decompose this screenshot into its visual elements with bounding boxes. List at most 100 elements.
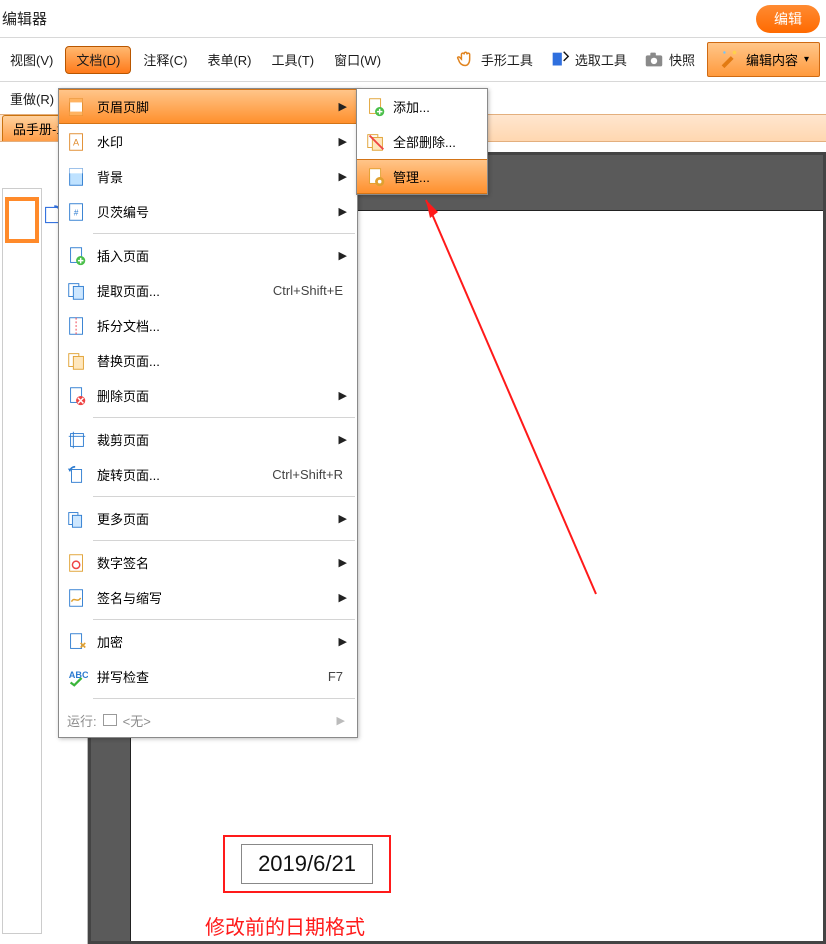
encrypt-icon xyxy=(63,631,91,653)
snapshot-tool[interactable]: 快照 xyxy=(635,38,703,81)
header-footer-icon xyxy=(63,96,91,118)
svg-text:ABC: ABC xyxy=(69,669,88,679)
submenu-arrow-icon: ▶ xyxy=(339,389,347,402)
shortcut-label: Ctrl+Shift+E xyxy=(273,283,357,298)
submenu-arrow-icon: ▶ xyxy=(339,556,347,569)
menu-item-label: 数字签名 xyxy=(91,553,357,572)
extract-page-icon xyxy=(63,280,91,302)
menu-item-label: 页眉页脚 xyxy=(91,97,357,116)
menu-document[interactable]: 文档(D) xyxy=(65,46,131,74)
annotation-caption: 修改前的日期格式 xyxy=(205,911,365,940)
thumbnail-strip xyxy=(2,188,42,934)
menu-footer[interactable]: 运行:<无>▶ xyxy=(59,703,357,737)
menu-item-label: 旋转页面... xyxy=(91,465,272,484)
submenu-item-label: 管理... xyxy=(389,167,487,186)
menu-item-crop-page[interactable]: 裁剪页面▶ xyxy=(59,422,357,457)
submenu-item-delete-all[interactable]: 全部删除... xyxy=(357,124,487,159)
edit-content-label: 编辑内容 xyxy=(746,50,798,69)
menu-tool[interactable]: 工具(T) xyxy=(261,38,324,81)
split-doc-icon xyxy=(63,315,91,337)
submenu-arrow-icon: ▶ xyxy=(339,249,347,262)
submenu-item-add[interactable]: 添加... xyxy=(357,89,487,124)
menu-item-encrypt[interactable]: 加密▶ xyxy=(59,624,357,659)
menu-item-split-doc[interactable]: 拆分文档... xyxy=(59,308,357,343)
submenu-arrow-icon: ▶ xyxy=(339,100,347,113)
submenu-arrow-icon: ▶ xyxy=(339,591,347,604)
menu-item-label: 提取页面... xyxy=(91,281,273,300)
menu-item-background[interactable]: 背景▶ xyxy=(59,159,357,194)
insert-page-icon xyxy=(63,245,91,267)
menu-view[interactable]: 视图(V) xyxy=(0,38,63,81)
menu-item-label: 替换页面... xyxy=(91,351,357,370)
caret-icon: ▾ xyxy=(804,54,809,65)
submenu-arrow-icon: ▶ xyxy=(339,433,347,446)
hand-tool[interactable]: 手形工具 xyxy=(447,38,541,81)
submenu-item-label: 添加... xyxy=(389,97,487,116)
date-annotation-box: 2019/6/21 xyxy=(223,835,391,893)
menu-item-header-footer[interactable]: 页眉页脚▶ xyxy=(59,89,357,124)
bates-icon: # xyxy=(63,201,91,223)
menu-item-spellcheck[interactable]: ABC拼写检查F7 xyxy=(59,659,357,694)
submenu-item-manage[interactable]: 管理... xyxy=(357,159,487,194)
menu-item-label: 插入页面 xyxy=(91,246,357,265)
submenu-arrow-icon: ▶ xyxy=(339,635,347,648)
menu-form[interactable]: 表单(R) xyxy=(197,38,261,81)
background-icon xyxy=(63,166,91,188)
camera-icon xyxy=(643,49,665,71)
menu-item-delete-page[interactable]: 删除页面▶ xyxy=(59,378,357,413)
redo-button[interactable]: 重做(R) xyxy=(4,89,60,108)
menu-item-label: 拼写检查 xyxy=(91,667,328,686)
menu-item-label: 加密 xyxy=(91,632,357,651)
watermark-icon: A xyxy=(63,131,91,153)
menu-item-insert-page[interactable]: 插入页面▶ xyxy=(59,238,357,273)
menu-item-label: 水印 xyxy=(91,132,357,151)
menu-item-digital-sign[interactable]: 数字签名▶ xyxy=(59,545,357,580)
menu-comment[interactable]: 注释(C) xyxy=(133,38,197,81)
delete-all-icon xyxy=(363,131,389,153)
page-thumbnail[interactable] xyxy=(5,197,39,243)
document-tab-label: 品手册-1 xyxy=(13,119,64,138)
footer-value: <无> xyxy=(123,711,151,730)
menu-window[interactable]: 窗口(W) xyxy=(324,38,391,81)
edit-pill[interactable]: 编辑 xyxy=(756,5,820,33)
menu-item-replace-page[interactable]: 替换页面... xyxy=(59,343,357,378)
crop-page-icon xyxy=(63,429,91,451)
menu-item-more-pages[interactable]: 更多页面▶ xyxy=(59,501,357,536)
hand-icon xyxy=(455,49,477,71)
menu-item-label: 删除页面 xyxy=(91,386,357,405)
menu-item-rotate-page[interactable]: 旋转页面...Ctrl+Shift+R xyxy=(59,457,357,492)
sign-initials-icon xyxy=(63,587,91,609)
menu-item-label: 拆分文档... xyxy=(91,316,357,335)
header-footer-submenu: 添加... 全部删除... 管理... xyxy=(356,88,488,195)
menu-item-extract-page[interactable]: 提取页面...Ctrl+Shift+E xyxy=(59,273,357,308)
replace-page-icon xyxy=(63,350,91,372)
menu-item-bates[interactable]: #贝茨编号▶ xyxy=(59,194,357,229)
titlebar: 编辑器 编辑 xyxy=(0,0,826,38)
menu-item-label: 裁剪页面 xyxy=(91,430,357,449)
digital-sign-icon xyxy=(63,552,91,574)
submenu-arrow-icon: ▶ xyxy=(337,714,345,727)
submenu-item-label: 全部删除... xyxy=(389,132,487,151)
rotate-page-icon xyxy=(63,464,91,486)
submenu-arrow-icon: ▶ xyxy=(339,170,347,183)
footer-rect-icon xyxy=(103,714,117,726)
add-icon xyxy=(363,96,389,118)
menu-item-sign-initials[interactable]: 签名与缩写▶ xyxy=(59,580,357,615)
manage-icon xyxy=(363,166,389,188)
submenu-arrow-icon: ▶ xyxy=(339,205,347,218)
menu-item-label: 签名与缩写 xyxy=(91,588,357,607)
hand-label: 手形工具 xyxy=(481,50,533,69)
svg-text:#: # xyxy=(74,208,79,217)
menu-item-watermark[interactable]: A 水印▶ xyxy=(59,124,357,159)
submenu-arrow-icon: ▶ xyxy=(339,135,347,148)
select-tool[interactable]: 选取工具 xyxy=(541,38,635,81)
svg-text:A: A xyxy=(73,137,80,147)
edit-content-button[interactable]: 编辑内容 ▾ xyxy=(707,42,820,77)
menu-item-label: 更多页面 xyxy=(91,509,357,528)
spellcheck-icon: ABC xyxy=(63,666,91,688)
snap-label: 快照 xyxy=(669,50,695,69)
document-dropdown: 页眉页脚▶A水印▶背景▶#贝茨编号▶插入页面▶提取页面...Ctrl+Shift… xyxy=(58,88,358,738)
app-title: 编辑器 xyxy=(0,8,47,29)
more-pages-icon xyxy=(63,508,91,530)
select-label: 选取工具 xyxy=(575,50,627,69)
